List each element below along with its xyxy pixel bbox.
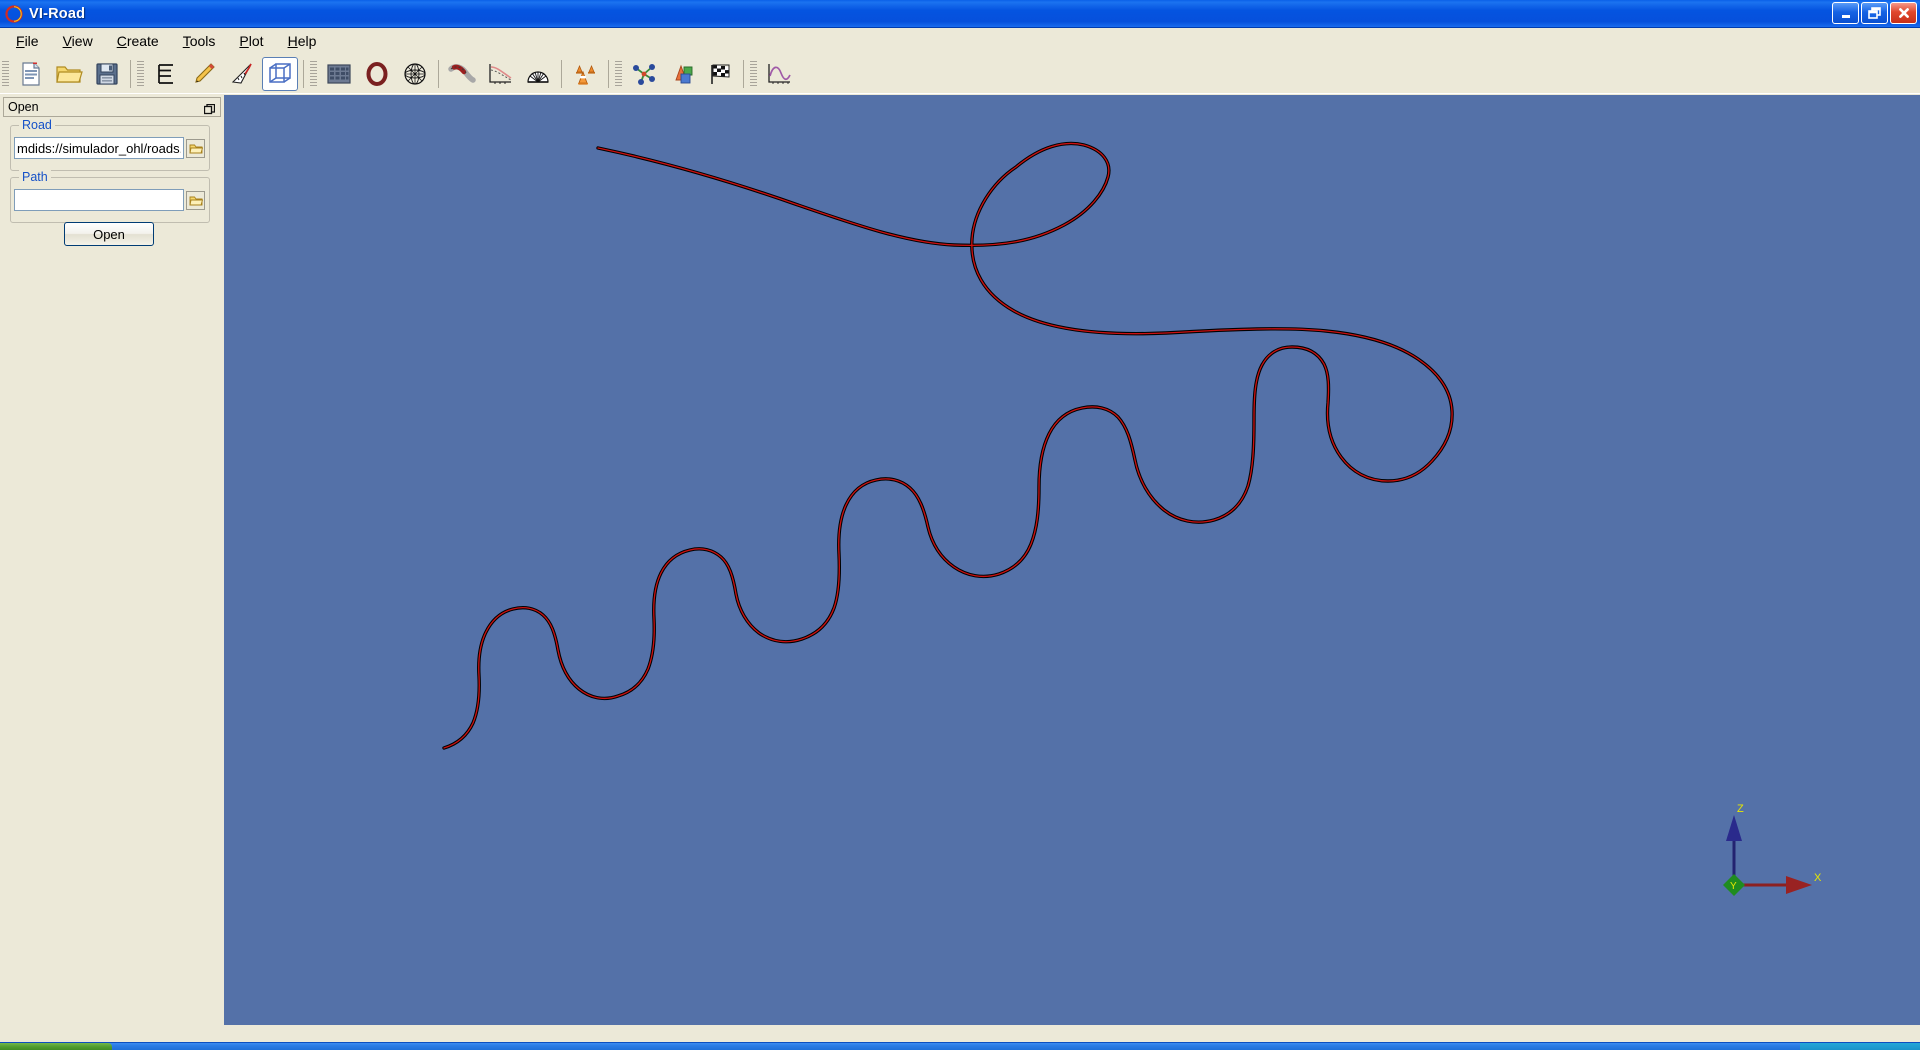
- path-group-label: Path: [19, 170, 51, 184]
- save-floppy-icon[interactable]: [89, 57, 125, 91]
- window-controls: [1832, 2, 1917, 24]
- system-tray[interactable]: [1800, 1043, 1920, 1050]
- traffic-cones-icon[interactable]: [567, 57, 603, 91]
- sidebar-panel: Open Road Path: [0, 95, 224, 1030]
- path-input[interactable]: [14, 189, 184, 211]
- menu-bar: File View Create Tools Plot Help: [0, 28, 1920, 54]
- tree-hierarchy-icon[interactable]: [148, 57, 184, 91]
- sphere-mesh-icon[interactable]: [397, 57, 433, 91]
- profile-plot-icon[interactable]: [482, 57, 518, 91]
- toolbar-grip-road[interactable]: [310, 60, 317, 87]
- menu-create[interactable]: Create: [105, 30, 171, 52]
- ruler-icon[interactable]: [224, 57, 260, 91]
- fan-sector-icon[interactable]: [520, 57, 556, 91]
- menu-plot[interactable]: Plot: [227, 30, 275, 52]
- toolbar-grip-plot[interactable]: [750, 60, 757, 87]
- menu-view[interactable]: View: [51, 30, 105, 52]
- toolbar-separator-1: [130, 59, 131, 88]
- menu-file[interactable]: File: [4, 30, 51, 52]
- y-axis-label: Y: [1730, 881, 1737, 892]
- toolbar-separator-2: [303, 59, 304, 88]
- x-axis-label: X: [1814, 872, 1822, 884]
- toolbar-separator-3: [438, 59, 439, 88]
- menu-help-rest: elp: [297, 33, 317, 49]
- status-bar: [0, 1025, 1920, 1042]
- undock-icon[interactable]: [203, 102, 216, 115]
- menu-create-rest: reate: [126, 33, 159, 49]
- new-document-icon[interactable]: [13, 57, 49, 91]
- open-folder-icon[interactable]: [51, 57, 87, 91]
- title-bar: VI-Road: [0, 0, 1920, 28]
- minimize-button[interactable]: [1832, 2, 1859, 24]
- road-scene: Z X Y: [442, 141, 1822, 896]
- menu-view-rest: iew: [71, 33, 93, 49]
- toolbar: [0, 54, 1920, 94]
- road-folder-browse-icon[interactable]: [186, 138, 205, 158]
- toolbar-grip-edit[interactable]: [137, 60, 144, 87]
- menu-tools[interactable]: Tools: [171, 30, 228, 52]
- road-centerline-path: [443, 142, 1453, 749]
- toolbar-grip-file[interactable]: [2, 60, 9, 87]
- pencil-icon[interactable]: [186, 57, 222, 91]
- maximize-button[interactable]: [1861, 2, 1888, 24]
- menu-plot-rest: lot: [248, 33, 264, 49]
- start-button[interactable]: [0, 1043, 112, 1050]
- toolbar-separator-4: [561, 59, 562, 88]
- close-button[interactable]: [1890, 2, 1917, 24]
- torus-ring-icon[interactable]: [359, 57, 395, 91]
- line-chart-icon[interactable]: [761, 57, 797, 91]
- menu-file-rest: ile: [24, 33, 39, 49]
- panel-header: Open: [3, 97, 221, 117]
- checkered-flag-icon[interactable]: [702, 57, 738, 91]
- menu-help[interactable]: Help: [276, 30, 329, 52]
- grid-table-icon[interactable]: [321, 57, 357, 91]
- axis-triad: Z X Y: [1723, 803, 1822, 896]
- path-folder-browse-icon[interactable]: [186, 190, 205, 210]
- application-window: VI-Road File View Create Tools Plot Help…: [0, 0, 1920, 1050]
- road-group-label: Road: [19, 118, 55, 132]
- toolbar-separator-6: [743, 59, 744, 88]
- road-path-input[interactable]: [14, 137, 184, 159]
- z-axis-label: Z: [1737, 803, 1744, 815]
- menu-tools-rest: ools: [189, 33, 216, 49]
- wireframe-cube-icon[interactable]: [262, 56, 298, 91]
- path-field-row: [14, 189, 205, 211]
- road-field-row: [14, 137, 205, 159]
- toolbar-separator-5: [608, 59, 609, 88]
- open-button[interactable]: Open: [64, 222, 154, 246]
- node-graph-icon[interactable]: [626, 57, 662, 91]
- z-axis-arrow: [1726, 815, 1742, 841]
- curved-road-icon[interactable]: [444, 57, 480, 91]
- primitives-icon[interactable]: [664, 57, 700, 91]
- vi-road-logo-icon: [5, 4, 23, 23]
- road-outline-path: [442, 141, 1454, 750]
- taskbar[interactable]: [0, 1042, 1920, 1050]
- x-axis-arrow: [1786, 876, 1812, 894]
- toolbar-grip-scene[interactable]: [615, 60, 622, 87]
- window-title: VI-Road: [29, 5, 86, 22]
- viewport-canvas[interactable]: Z X Y: [224, 95, 1920, 1025]
- panel-title: Open: [8, 100, 39, 114]
